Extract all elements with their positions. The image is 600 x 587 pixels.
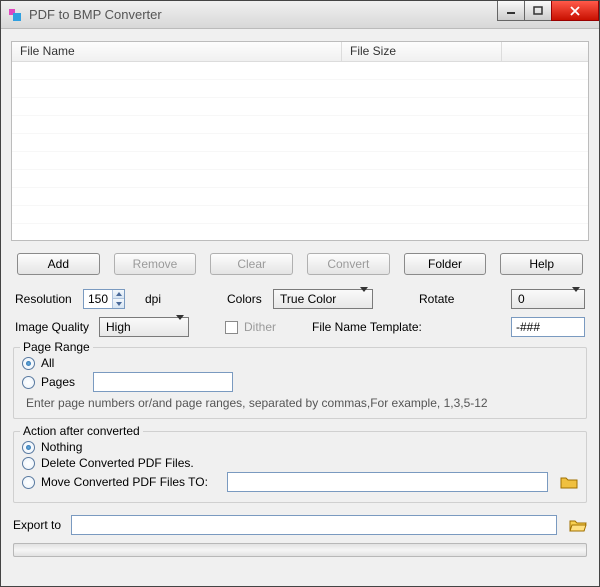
template-input[interactable]	[511, 317, 585, 337]
dpi-label: dpi	[145, 292, 161, 306]
folder-open-icon[interactable]	[569, 518, 587, 532]
file-list-header: File Name File Size	[12, 42, 588, 62]
add-button[interactable]: Add	[17, 253, 100, 275]
colors-value: True Color	[280, 292, 336, 306]
chevron-down-icon	[572, 292, 580, 306]
colors-label: Colors	[227, 292, 267, 306]
template-label: File Name Template:	[312, 320, 422, 334]
radio-pages-label: Pages	[41, 375, 87, 389]
radio-move[interactable]	[22, 476, 35, 489]
radio-pages[interactable]	[22, 376, 35, 389]
page-range-group: Page Range All Pages Enter page numbers …	[13, 347, 587, 419]
pages-input[interactable]	[93, 372, 233, 392]
page-range-legend: Page Range	[20, 340, 93, 354]
maximize-button[interactable]	[524, 1, 552, 21]
folder-button[interactable]: Folder	[404, 253, 487, 275]
action-group: Action after converted Nothing Delete Co…	[13, 431, 587, 503]
client-area: File Name File Size Add Remove Clear Con…	[1, 29, 599, 586]
resolution-down[interactable]	[112, 299, 124, 308]
titlebar[interactable]: PDF to BMP Converter	[1, 1, 599, 29]
remove-button[interactable]: Remove	[114, 253, 197, 275]
column-filename[interactable]: File Name	[12, 42, 342, 61]
radio-nothing-label: Nothing	[41, 440, 82, 454]
page-range-hint: Enter page numbers or/and page ranges, s…	[26, 396, 578, 410]
export-input[interactable]	[71, 515, 557, 535]
chevron-down-icon	[360, 292, 368, 306]
quality-select[interactable]: High	[99, 317, 189, 337]
export-label: Export to	[13, 518, 65, 532]
help-button[interactable]: Help	[500, 253, 583, 275]
resolution-up[interactable]	[112, 290, 124, 299]
quality-value: High	[106, 320, 131, 334]
settings-row-2: Image Quality High Dither File Name Temp…	[15, 317, 585, 337]
convert-button[interactable]: Convert	[307, 253, 390, 275]
dither-checkbox[interactable]	[225, 321, 238, 334]
radio-delete-label: Delete Converted PDF Files.	[41, 456, 194, 470]
rotate-label: Rotate	[419, 292, 454, 306]
app-icon	[7, 7, 23, 23]
column-filesize[interactable]: File Size	[342, 42, 502, 61]
rotate-value: 0	[518, 292, 525, 306]
progress-bar	[13, 543, 587, 557]
chevron-down-icon	[176, 320, 184, 334]
toolbar: Add Remove Clear Convert Folder Help	[11, 253, 589, 275]
file-list[interactable]: File Name File Size	[11, 41, 589, 241]
radio-move-label: Move Converted PDF Files TO:	[41, 475, 221, 489]
rotate-select[interactable]: 0	[511, 289, 585, 309]
radio-all[interactable]	[22, 357, 35, 370]
app-window: PDF to BMP Converter File Name File Size…	[0, 0, 600, 587]
colors-select[interactable]: True Color	[273, 289, 373, 309]
column-spacer	[502, 42, 588, 61]
export-row: Export to	[13, 515, 587, 535]
window-controls	[498, 1, 599, 21]
resolution-label: Resolution	[15, 292, 77, 306]
radio-delete[interactable]	[22, 457, 35, 470]
quality-label: Image Quality	[15, 320, 93, 334]
radio-all-label: All	[41, 356, 54, 370]
resolution-input[interactable]	[84, 292, 112, 306]
radio-nothing[interactable]	[22, 441, 35, 454]
folder-icon[interactable]	[560, 475, 578, 489]
settings-row-1: Resolution dpi Colors True Color Rotate …	[15, 289, 585, 309]
resolution-spinner[interactable]	[83, 289, 125, 309]
minimize-button[interactable]	[497, 1, 525, 21]
dither-label: Dither	[244, 320, 276, 334]
move-path-input[interactable]	[227, 472, 548, 492]
close-button[interactable]	[551, 1, 599, 21]
action-legend: Action after converted	[20, 424, 143, 438]
clear-button[interactable]: Clear	[210, 253, 293, 275]
window-title: PDF to BMP Converter	[29, 7, 498, 22]
file-list-rows[interactable]	[12, 62, 588, 240]
